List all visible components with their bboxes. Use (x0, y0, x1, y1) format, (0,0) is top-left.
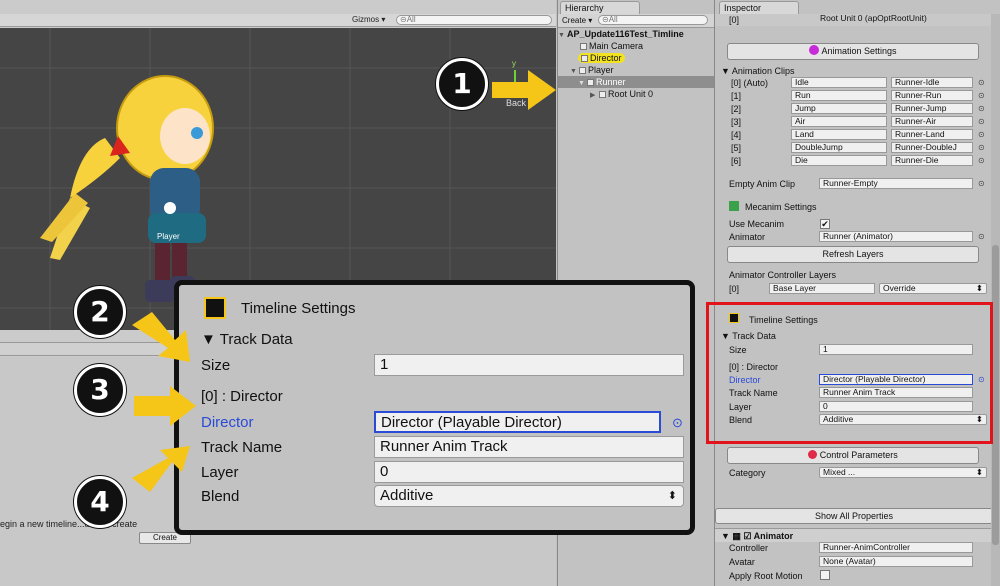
step-badge-4: 4 (74, 476, 126, 528)
arrow-3 (134, 386, 196, 426)
arrow-2 (132, 312, 190, 362)
arrow-4 (132, 446, 190, 492)
step-badge-1: 1 (436, 58, 488, 110)
step-badge-2: 2 (74, 286, 126, 338)
arrow-1 (492, 70, 556, 110)
step-badge-3: 3 (74, 364, 126, 416)
annotation-arrows (132, 70, 556, 492)
